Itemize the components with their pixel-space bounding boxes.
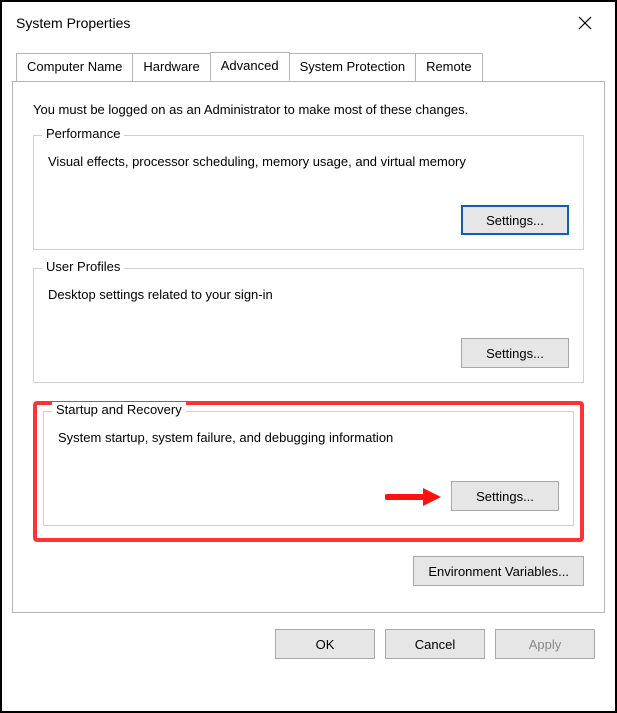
group-performance-btnrow: Settings... (48, 205, 569, 235)
group-performance-desc: Visual effects, processor scheduling, me… (48, 154, 569, 169)
dialog-button-row: OK Cancel Apply (12, 619, 605, 673)
user-profiles-settings-button[interactable]: Settings... (461, 338, 569, 368)
tab-system-protection[interactable]: System Protection (289, 53, 417, 82)
tab-remote[interactable]: Remote (415, 53, 483, 82)
group-startup-recovery-legend: Startup and Recovery (52, 402, 186, 417)
group-user-profiles: User Profiles Desktop settings related t… (33, 268, 584, 383)
window-title: System Properties (16, 15, 130, 31)
performance-settings-button[interactable]: Settings... (461, 205, 569, 235)
environment-variables-button[interactable]: Environment Variables... (413, 556, 584, 586)
group-performance: Performance Visual effects, processor sc… (33, 135, 584, 250)
apply-button[interactable]: Apply (495, 629, 595, 659)
tab-hardware[interactable]: Hardware (132, 53, 210, 82)
tab-computer-name[interactable]: Computer Name (16, 53, 133, 82)
tab-panel-advanced: You must be logged on as an Administrato… (12, 81, 605, 613)
group-user-profiles-desc: Desktop settings related to your sign-in (48, 287, 569, 302)
close-button[interactable] (567, 9, 603, 37)
tab-advanced[interactable]: Advanced (210, 52, 290, 81)
tab-strip: Computer Name Hardware Advanced System P… (16, 52, 605, 81)
admin-note: You must be logged on as an Administrato… (33, 102, 584, 117)
group-user-profiles-btnrow: Settings... (48, 338, 569, 368)
group-startup-recovery-btnrow: Settings... (58, 481, 559, 511)
cancel-button[interactable]: Cancel (385, 629, 485, 659)
group-startup-recovery: Startup and Recovery System startup, sys… (43, 411, 574, 526)
close-icon (578, 16, 592, 30)
group-user-profiles-legend: User Profiles (42, 259, 124, 274)
group-startup-recovery-desc: System startup, system failure, and debu… (58, 430, 559, 445)
env-vars-row: Environment Variables... (33, 556, 584, 586)
startup-recovery-settings-button[interactable]: Settings... (451, 481, 559, 511)
group-performance-legend: Performance (42, 126, 124, 141)
titlebar: System Properties (2, 2, 615, 44)
annotation-highlight: Startup and Recovery System startup, sys… (33, 401, 584, 542)
dialog-content: Computer Name Hardware Advanced System P… (2, 44, 615, 687)
arrow-icon (385, 486, 441, 508)
ok-button[interactable]: OK (275, 629, 375, 659)
